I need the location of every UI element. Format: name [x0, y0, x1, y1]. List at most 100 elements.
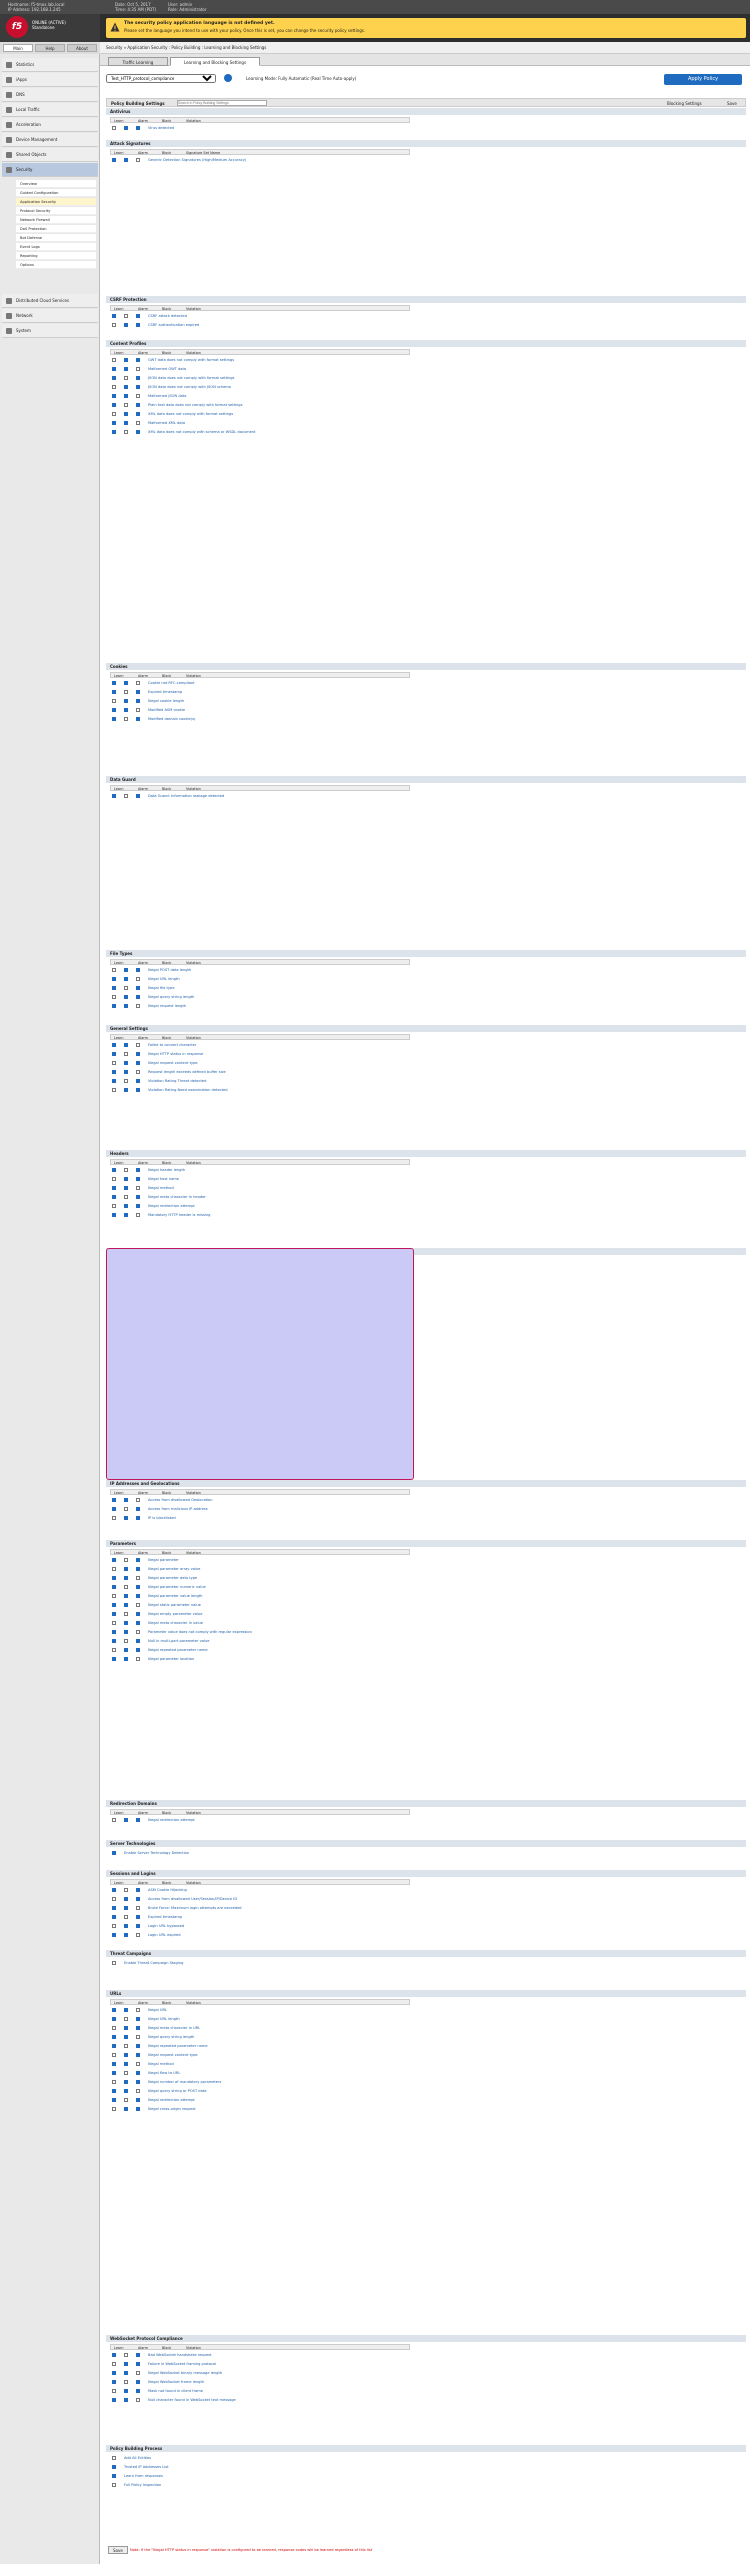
checkbox[interactable]: [112, 2026, 116, 2030]
checkbox[interactable]: [136, 1924, 140, 1928]
checkbox[interactable]: [112, 1070, 116, 1074]
checkbox[interactable]: [112, 2389, 116, 2393]
violation-link[interactable]: Plain text data does not comply with for…: [148, 403, 242, 407]
section-header[interactable]: CSRF Protection: [106, 296, 746, 303]
checkbox[interactable]: [112, 708, 116, 712]
checkbox[interactable]: [136, 1897, 140, 1901]
violation-link[interactable]: Data Guard: Information leakage detected: [148, 794, 224, 798]
checkbox[interactable]: [124, 2089, 128, 2093]
checkbox[interactable]: [124, 2017, 128, 2021]
violation-link[interactable]: Illegal meta character in header: [148, 1195, 206, 1199]
checkbox[interactable]: [112, 394, 116, 398]
checkbox[interactable]: [112, 2483, 116, 2487]
checkbox[interactable]: [136, 1594, 140, 1598]
tab-learning-blocking-settings[interactable]: Learning and Blocking Settings: [170, 57, 260, 66]
checkbox[interactable]: [112, 1507, 116, 1511]
checkbox[interactable]: [124, 1915, 128, 1919]
checkbox[interactable]: [124, 1612, 128, 1616]
checkbox[interactable]: [124, 126, 128, 130]
sidebar-sub-reporting[interactable]: Reporting: [16, 252, 96, 260]
checkbox[interactable]: [136, 1933, 140, 1937]
checkbox[interactable]: [124, 1585, 128, 1589]
checkbox[interactable]: [136, 690, 140, 694]
checkbox[interactable]: [112, 1567, 116, 1571]
checkbox[interactable]: [112, 690, 116, 694]
checkbox[interactable]: [124, 430, 128, 434]
checkbox[interactable]: [124, 2026, 128, 2030]
violation-link[interactable]: Parameter value does not comply with reg…: [148, 1630, 252, 1634]
violation-link[interactable]: Illegal parameter: [148, 1558, 179, 1562]
checkbox[interactable]: [112, 126, 116, 130]
checkbox[interactable]: [124, 1933, 128, 1937]
checkbox[interactable]: [136, 1915, 140, 1919]
checkbox[interactable]: [136, 1621, 140, 1625]
violation-link[interactable]: Modified ASM cookie: [148, 708, 185, 712]
checkbox[interactable]: [112, 1603, 116, 1607]
violation-link[interactable]: Request length exceeds defined buffer si…: [148, 1070, 226, 1074]
violation-link[interactable]: Generic Detection Signatures (High/Mediu…: [148, 158, 246, 162]
violation-link[interactable]: Cookie not RFC-compliant: [148, 681, 195, 685]
violation-link[interactable]: Mask not found in client frame: [148, 2389, 203, 2393]
violation-link[interactable]: Login URL expired: [148, 1933, 181, 1937]
checkbox[interactable]: [136, 1585, 140, 1589]
checkbox[interactable]: [124, 1061, 128, 1065]
violation-link[interactable]: Illegal request content type: [148, 1061, 198, 1065]
sidebar-sub-protocol-security[interactable]: Protocol Security: [16, 207, 96, 215]
checkbox[interactable]: [112, 2062, 116, 2066]
checkbox[interactable]: [136, 1498, 140, 1502]
checkbox[interactable]: [124, 1168, 128, 1172]
checkbox[interactable]: [112, 1888, 116, 1892]
checkbox[interactable]: [112, 2362, 116, 2366]
checkbox[interactable]: [112, 1195, 116, 1199]
checkbox[interactable]: [124, 717, 128, 721]
checkbox[interactable]: [112, 1204, 116, 1208]
checkbox[interactable]: [112, 1004, 116, 1008]
checkbox[interactable]: [136, 2026, 140, 2030]
section-header[interactable]: File Types: [106, 950, 746, 957]
checkbox[interactable]: [124, 986, 128, 990]
checkbox[interactable]: [124, 2044, 128, 2048]
checkbox[interactable]: [136, 995, 140, 999]
checkbox[interactable]: [136, 1070, 140, 1074]
violation-link[interactable]: Login URL bypassed: [148, 1924, 184, 1928]
violation-link[interactable]: Learn from responses: [124, 2474, 163, 2478]
violation-link[interactable]: JSON data does not comply with format se…: [148, 376, 234, 380]
violation-link[interactable]: GWT data does not comply with format set…: [148, 358, 234, 362]
section-header[interactable]: Antivirus: [106, 108, 746, 115]
checkbox[interactable]: [112, 323, 116, 327]
checkbox[interactable]: [112, 403, 116, 407]
checkbox[interactable]: [112, 1213, 116, 1217]
checkbox[interactable]: [136, 376, 140, 380]
checkbox[interactable]: [124, 1897, 128, 1901]
sidebar-item-security[interactable]: Security: [2, 163, 98, 177]
checkbox[interactable]: [112, 2044, 116, 2048]
checkbox[interactable]: [136, 977, 140, 981]
tab-main[interactable]: Main: [3, 44, 33, 52]
checkbox[interactable]: [124, 323, 128, 327]
checkbox[interactable]: [124, 1576, 128, 1580]
checkbox[interactable]: [136, 367, 140, 371]
checkbox[interactable]: [112, 1818, 116, 1822]
sidebar-item-shared-objects[interactable]: Shared Objects: [2, 148, 98, 162]
checkbox[interactable]: [124, 1621, 128, 1625]
violation-link[interactable]: Illegal query string or POST data: [148, 2089, 206, 2093]
checkbox[interactable]: [112, 2465, 116, 2469]
checkbox[interactable]: [124, 1195, 128, 1199]
violation-link[interactable]: Mandatory HTTP header is missing: [148, 1213, 210, 1217]
checkbox[interactable]: [112, 2098, 116, 2102]
violation-link[interactable]: Illegal parameter location: [148, 1657, 194, 1661]
checkbox[interactable]: [124, 2107, 128, 2111]
violation-link[interactable]: Access from disallowed Geolocation: [148, 1498, 213, 1502]
checkbox[interactable]: [136, 2398, 140, 2402]
checkbox[interactable]: [112, 2380, 116, 2384]
apply-policy-button[interactable]: Apply Policy: [664, 74, 742, 85]
violation-link[interactable]: Access from disallowed User/Session/IP/D…: [148, 1897, 237, 1901]
checkbox[interactable]: [112, 2107, 116, 2111]
tab-traffic-learning[interactable]: Traffic Learning: [108, 57, 168, 66]
checkbox[interactable]: [112, 681, 116, 685]
sidebar-sub-overview[interactable]: Overview: [16, 180, 96, 188]
checkbox[interactable]: [124, 2398, 128, 2402]
checkbox[interactable]: [136, 1603, 140, 1607]
checkbox[interactable]: [124, 1004, 128, 1008]
violation-link[interactable]: Illegal parameter numeric value: [148, 1585, 206, 1589]
